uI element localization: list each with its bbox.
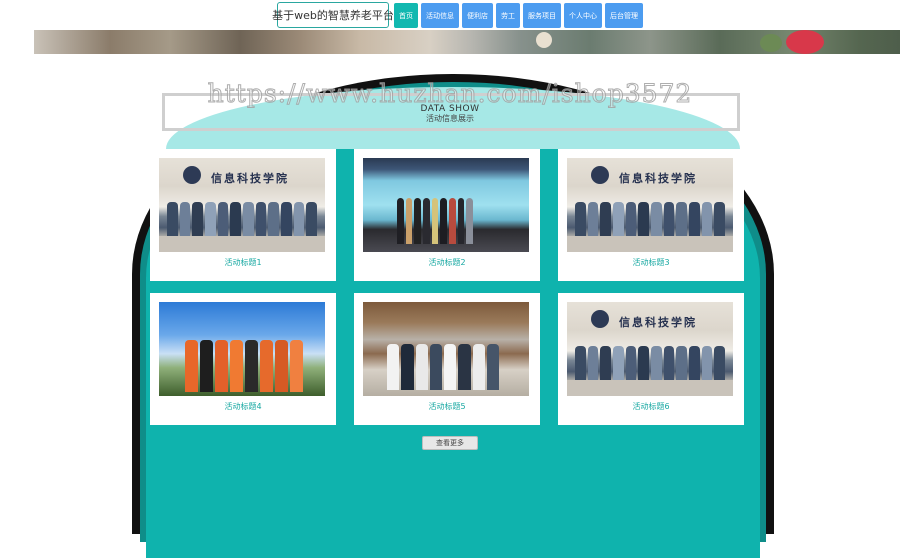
view-more-button[interactable]: 查看更多 <box>422 436 478 450</box>
flower-decoration <box>786 30 824 54</box>
banner-sign: 信息科技学院 <box>567 302 733 338</box>
nav-store[interactable]: 便利店 <box>462 3 493 28</box>
people-row <box>575 202 726 236</box>
site-title[interactable]: 基于web的智慧养老平台 <box>272 2 394 28</box>
flower-decoration <box>536 32 552 48</box>
sign-lettering: 信息科技学院 <box>211 172 289 185</box>
group-photo[interactable]: 信息科技学院 <box>567 158 733 252</box>
sky-photo[interactable] <box>159 302 325 396</box>
activity-card[interactable]: 活动标题4 <box>150 293 336 425</box>
nav-home[interactable]: 首页 <box>394 3 418 28</box>
floor <box>567 236 733 252</box>
activity-card[interactable]: 信息科技学院 活动标题1 <box>150 149 336 281</box>
banner-sign: 信息科技学院 <box>567 158 733 194</box>
logo-mark <box>183 166 201 184</box>
nav-worker[interactable]: 劳工 <box>496 3 520 28</box>
sign-lettering: 信息科技学院 <box>619 316 697 329</box>
group-photo[interactable]: 信息科技学院 <box>567 302 733 396</box>
activity-title[interactable]: 活动标题6 <box>558 401 744 412</box>
logo-mark <box>591 310 609 328</box>
section-title-cn: 活动信息展示 <box>426 114 474 123</box>
people-row <box>387 344 499 390</box>
activity-card[interactable]: 信息科技学院 活动标题3 <box>558 149 744 281</box>
activity-title[interactable]: 活动标题4 <box>150 401 336 412</box>
activity-card[interactable]: 活动标题2 <box>354 149 540 281</box>
people-row <box>397 198 474 244</box>
nav-personal-center[interactable]: 个人中心 <box>564 3 602 28</box>
people-row <box>185 340 303 392</box>
stage-photo[interactable] <box>363 158 529 252</box>
main-nav: 首页 活动信息 便利店 劳工 服务项目 个人中心 后台管理 <box>394 3 643 28</box>
logo-mark <box>591 166 609 184</box>
floor <box>159 236 325 252</box>
nav-activity[interactable]: 活动信息 <box>421 3 459 28</box>
nav-services[interactable]: 服务项目 <box>523 3 561 28</box>
activity-card[interactable]: 活动标题5 <box>354 293 540 425</box>
activity-card[interactable]: 信息科技学院 活动标题6 <box>558 293 744 425</box>
group-photo[interactable]: 信息科技学院 <box>159 158 325 252</box>
leaf-decoration <box>760 34 782 52</box>
gate-photo[interactable] <box>363 302 529 396</box>
sign-lettering: 信息科技学院 <box>619 172 697 185</box>
watermark: https://www.huzhan.com/ishop3572 <box>207 79 693 109</box>
floor <box>567 380 733 396</box>
activity-title[interactable]: 活动标题5 <box>354 401 540 412</box>
activity-title[interactable]: 活动标题3 <box>558 257 744 268</box>
activity-title[interactable]: 活动标题2 <box>354 257 540 268</box>
banner-sign: 信息科技学院 <box>159 158 325 194</box>
activity-title[interactable]: 活动标题1 <box>150 257 336 268</box>
nav-admin[interactable]: 后台管理 <box>605 3 643 28</box>
people-row <box>575 346 726 380</box>
people-row <box>167 202 318 236</box>
